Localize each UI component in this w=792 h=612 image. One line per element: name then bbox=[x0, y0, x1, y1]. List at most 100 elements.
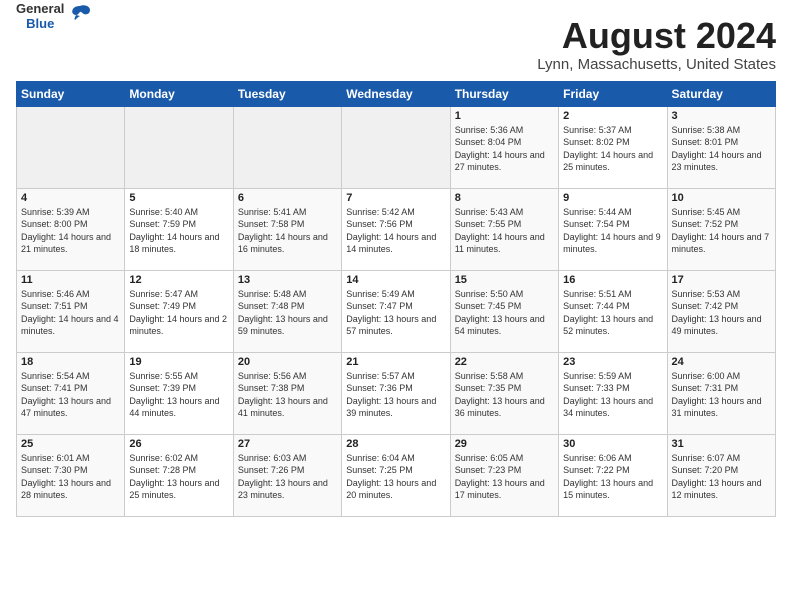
day-number: 3 bbox=[672, 110, 771, 122]
day-info: Sunrise: 6:06 AM Sunset: 7:22 PM Dayligh… bbox=[563, 452, 662, 502]
day-info: Sunrise: 5:55 AM Sunset: 7:39 PM Dayligh… bbox=[129, 370, 228, 420]
day-number: 19 bbox=[129, 356, 228, 368]
day-info: Sunrise: 5:51 AM Sunset: 7:44 PM Dayligh… bbox=[563, 288, 662, 338]
day-number: 16 bbox=[563, 274, 662, 286]
calendar-cell: 20 Sunrise: 5:56 AM Sunset: 7:38 PM Dayli… bbox=[233, 352, 341, 434]
month-title: August 2024 bbox=[16, 16, 776, 56]
calendar-cell: 17 Sunrise: 5:53 AM Sunset: 7:42 PM Dayli… bbox=[667, 270, 775, 352]
day-number: 14 bbox=[346, 274, 445, 286]
day-info: Sunrise: 6:02 AM Sunset: 7:28 PM Dayligh… bbox=[129, 452, 228, 502]
day-number: 4 bbox=[21, 192, 120, 204]
calendar-cell: 24 Sunrise: 6:00 AM Sunset: 7:31 PM Dayli… bbox=[667, 352, 775, 434]
calendar-cell: 3 Sunrise: 5:38 AM Sunset: 8:01 PM Daylig… bbox=[667, 106, 775, 188]
day-info: Sunrise: 5:53 AM Sunset: 7:42 PM Dayligh… bbox=[672, 288, 771, 338]
day-number: 27 bbox=[238, 438, 337, 450]
day-info: Sunrise: 5:57 AM Sunset: 7:36 PM Dayligh… bbox=[346, 370, 445, 420]
day-info: Sunrise: 5:56 AM Sunset: 7:38 PM Dayligh… bbox=[238, 370, 337, 420]
day-info: Sunrise: 5:42 AM Sunset: 7:56 PM Dayligh… bbox=[346, 206, 445, 256]
day-number: 1 bbox=[455, 110, 554, 122]
day-number: 2 bbox=[563, 110, 662, 122]
logo: General Blue bbox=[16, 0, 94, 33]
day-number: 12 bbox=[129, 274, 228, 286]
calendar-cell: 16 Sunrise: 5:51 AM Sunset: 7:44 PM Dayli… bbox=[559, 270, 667, 352]
calendar-cell: 11Sunrise: 5:46 AM Sunset: 7:51 PM Dayli… bbox=[17, 270, 125, 352]
day-info: Sunrise: 6:00 AM Sunset: 7:31 PM Dayligh… bbox=[672, 370, 771, 420]
day-info: Sunrise: 6:03 AM Sunset: 7:26 PM Dayligh… bbox=[238, 452, 337, 502]
day-number: 24 bbox=[672, 356, 771, 368]
calendar-cell: 21Sunrise: 5:57 AM Sunset: 7:36 PM Dayli… bbox=[342, 352, 450, 434]
calendar-cell: 26 Sunrise: 6:02 AM Sunset: 7:28 PM Dayli… bbox=[125, 434, 233, 516]
col-friday: Friday bbox=[559, 81, 667, 106]
calendar-header: August 2024 Lynn, Massachusetts, United … bbox=[16, 16, 776, 73]
calendar-cell: 28 Sunrise: 6:04 AM Sunset: 7:25 PM Dayli… bbox=[342, 434, 450, 516]
day-number: 18 bbox=[21, 356, 120, 368]
day-number: 6 bbox=[238, 192, 337, 204]
day-number: 25 bbox=[21, 438, 120, 450]
calendar-cell: 19 Sunrise: 5:55 AM Sunset: 7:39 PM Dayli… bbox=[125, 352, 233, 434]
day-info: Sunrise: 5:59 AM Sunset: 7:33 PM Dayligh… bbox=[563, 370, 662, 420]
calendar-cell bbox=[17, 106, 125, 188]
day-info: Sunrise: 5:36 AM Sunset: 8:04 PM Dayligh… bbox=[455, 124, 554, 174]
calendar-cell: 25 Sunrise: 6:01 AM Sunset: 7:30 PM Dayli… bbox=[17, 434, 125, 516]
day-info: Sunrise: 5:43 AM Sunset: 7:55 PM Dayligh… bbox=[455, 206, 554, 256]
day-info: Sunrise: 6:04 AM Sunset: 7:25 PM Dayligh… bbox=[346, 452, 445, 502]
day-info: Sunrise: 5:39 AM Sunset: 8:00 PM Dayligh… bbox=[21, 206, 120, 256]
col-sunday: Sunday bbox=[17, 81, 125, 106]
calendar-cell: 14 Sunrise: 5:49 AM Sunset: 7:47 PM Dayli… bbox=[342, 270, 450, 352]
calendar-cell: 22 Sunrise: 5:58 AM Sunset: 7:35 PM Dayli… bbox=[450, 352, 558, 434]
day-number: 8 bbox=[455, 192, 554, 204]
day-info: Sunrise: 5:47 AM Sunset: 7:49 PM Dayligh… bbox=[129, 288, 228, 338]
day-info: Sunrise: 5:58 AM Sunset: 7:35 PM Dayligh… bbox=[455, 370, 554, 420]
logo-bird-icon bbox=[66, 0, 94, 33]
calendar-cell: 1 Sunrise: 5:36 AM Sunset: 8:04 PM Daylig… bbox=[450, 106, 558, 188]
day-info: Sunrise: 5:50 AM Sunset: 7:45 PM Dayligh… bbox=[455, 288, 554, 338]
day-info: Sunrise: 6:05 AM Sunset: 7:23 PM Dayligh… bbox=[455, 452, 554, 502]
calendar-cell: 4 Sunrise: 5:39 AM Sunset: 8:00 PM Daylig… bbox=[17, 188, 125, 270]
day-number: 30 bbox=[563, 438, 662, 450]
calendar-cell: 12 Sunrise: 5:47 AM Sunset: 7:49 PM Dayli… bbox=[125, 270, 233, 352]
col-tuesday: Tuesday bbox=[233, 81, 341, 106]
col-saturday: Saturday bbox=[667, 81, 775, 106]
day-number: 22 bbox=[455, 356, 554, 368]
day-info: Sunrise: 5:40 AM Sunset: 7:59 PM Dayligh… bbox=[129, 206, 228, 256]
day-info: Sunrise: 5:41 AM Sunset: 7:58 PM Dayligh… bbox=[238, 206, 337, 256]
day-info: Sunrise: 5:48 AM Sunset: 7:48 PM Dayligh… bbox=[238, 288, 337, 338]
calendar-cell: 27 Sunrise: 6:03 AM Sunset: 7:26 PM Dayli… bbox=[233, 434, 341, 516]
day-number: 7 bbox=[346, 192, 445, 204]
day-info: Sunrise: 5:45 AM Sunset: 7:52 PM Dayligh… bbox=[672, 206, 771, 256]
day-number: 23 bbox=[563, 356, 662, 368]
calendar-cell: 29 Sunrise: 6:05 AM Sunset: 7:23 PM Dayli… bbox=[450, 434, 558, 516]
day-number: 29 bbox=[455, 438, 554, 450]
day-info: Sunrise: 5:49 AM Sunset: 7:47 PM Dayligh… bbox=[346, 288, 445, 338]
calendar-cell bbox=[233, 106, 341, 188]
day-info: Sunrise: 6:01 AM Sunset: 7:30 PM Dayligh… bbox=[21, 452, 120, 502]
logo-blue: Blue bbox=[16, 17, 64, 31]
day-number: 9 bbox=[563, 192, 662, 204]
day-info: Sunrise: 5:44 AM Sunset: 7:54 PM Dayligh… bbox=[563, 206, 662, 256]
col-wednesday: Wednesday bbox=[342, 81, 450, 106]
calendar-cell bbox=[342, 106, 450, 188]
col-monday: Monday bbox=[125, 81, 233, 106]
day-info: Sunrise: 5:38 AM Sunset: 8:01 PM Dayligh… bbox=[672, 124, 771, 174]
calendar-cell: 13 Sunrise: 5:48 AM Sunset: 7:48 PM Dayli… bbox=[233, 270, 341, 352]
day-number: 20 bbox=[238, 356, 337, 368]
calendar-cell: 9 Sunrise: 5:44 AM Sunset: 7:54 PM Daylig… bbox=[559, 188, 667, 270]
calendar-cell: 7 Sunrise: 5:42 AM Sunset: 7:56 PM Daylig… bbox=[342, 188, 450, 270]
calendar-cell: 10 Sunrise: 5:45 AM Sunset: 7:52 PM Dayli… bbox=[667, 188, 775, 270]
day-number: 10 bbox=[672, 192, 771, 204]
day-number: 11 bbox=[21, 274, 120, 286]
calendar-cell: 18Sunrise: 5:54 AM Sunset: 7:41 PM Dayli… bbox=[17, 352, 125, 434]
day-number: 13 bbox=[238, 274, 337, 286]
calendar-cell: 8 Sunrise: 5:43 AM Sunset: 7:55 PM Daylig… bbox=[450, 188, 558, 270]
day-number: 15 bbox=[455, 274, 554, 286]
calendar-table: Sunday Monday Tuesday Wednesday Thursday… bbox=[16, 81, 776, 517]
day-number: 5 bbox=[129, 192, 228, 204]
calendar-cell: 5 Sunrise: 5:40 AM Sunset: 7:59 PM Daylig… bbox=[125, 188, 233, 270]
calendar-cell: 6 Sunrise: 5:41 AM Sunset: 7:58 PM Daylig… bbox=[233, 188, 341, 270]
day-number: 28 bbox=[346, 438, 445, 450]
day-info: Sunrise: 5:37 AM Sunset: 8:02 PM Dayligh… bbox=[563, 124, 662, 174]
day-info: Sunrise: 6:07 AM Sunset: 7:20 PM Dayligh… bbox=[672, 452, 771, 502]
calendar-cell bbox=[125, 106, 233, 188]
day-number: 26 bbox=[129, 438, 228, 450]
day-number: 17 bbox=[672, 274, 771, 286]
